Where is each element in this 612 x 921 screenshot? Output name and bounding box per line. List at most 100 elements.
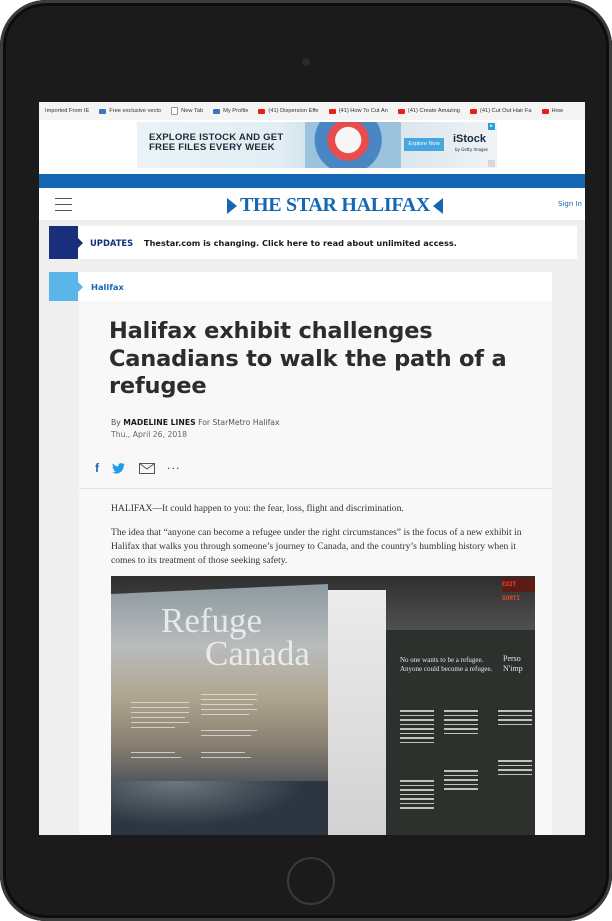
bookmark-label: How [551,108,563,114]
bookmark-label: New Tab [181,108,204,114]
panel-text-line [201,694,257,696]
browser-screen: Imported From IE Free exclusive vecto Ne… [39,102,585,835]
panel-text-line [131,722,189,724]
updates-banner[interactable]: UPDATES Thestar.com is changing. Click h… [49,226,585,259]
ad-close-icon[interactable] [488,160,495,167]
article-headline: Halifax exhibit challenges Canadians to … [109,318,507,399]
author-link[interactable]: MADELINE LINES [123,418,195,427]
exhibit-title-line: Canada [205,634,310,673]
logo-arrow-icon [227,197,237,214]
panel-text-line [201,735,251,737]
bookmark-item[interactable]: New Tab [171,107,203,115]
twitter-icon[interactable] [112,462,125,474]
site-logo[interactable]: THE STAR HALIFAX [227,194,444,217]
panel-text-line [131,702,189,704]
panel-text-line [201,699,257,701]
youtube-icon [258,108,266,114]
youtube-icon [328,108,336,114]
logo-arrow-icon [433,197,444,214]
byline-prefix: By [111,418,121,427]
section-link-halifax[interactable]: Halifax [91,282,124,292]
site-logo-text: THE STAR HALIFAX [240,194,431,216]
caption-line: N'imp [503,664,523,673]
article-date: Thu., April 26, 2018 [111,430,188,439]
youtube-icon [397,108,405,114]
ad-headline-line: FREE FILES EVERY WEEK [149,142,275,153]
bookmark-item[interactable]: Free exclusive vecto [99,108,161,114]
panel-text-line [131,757,181,759]
youtube-icon [541,108,549,114]
panel-text-line [131,727,175,729]
ad-headline: EXPLORE ISTOCK AND GET FREE FILES EVERY … [149,133,283,153]
explore-now-button[interactable]: Explore Now [404,138,444,151]
panel-text-line [201,704,253,706]
share-bar: f ··· [95,461,181,475]
bookmark-label: (41) Create Amazing [407,108,460,114]
byline-suffix: For StarMetro Halifax [198,418,280,427]
more-share-icon[interactable]: ··· [167,462,181,475]
ad-area: EXPLORE ISTOCK AND GET FREE FILES EVERY … [39,120,585,174]
updates-label: UPDATES [90,238,134,248]
caption-line: Anyone could become a refugee. [400,665,493,673]
panel-text-line [201,752,245,754]
camera-icon [302,58,310,66]
article-photo[interactable]: EXIT SORTI Refuge Canada No one wants to… [111,576,535,835]
panel-text-line [201,714,249,716]
section-accent [49,272,83,301]
panel-text-line [201,709,257,711]
istock-logo: iStock [453,133,487,145]
adchoices-icon[interactable]: ▸ [488,123,495,130]
facebook-icon[interactable]: f [95,461,99,475]
panel-text-line [201,757,251,759]
article-paragraph: The idea that “anyone can become a refug… [111,527,522,566]
exhibit-sea [111,781,328,835]
top-brand-bar [39,174,585,188]
page-icon [171,107,179,115]
bookmark-item[interactable]: (41) Create Amazing [397,108,460,114]
exhibit-side-caption: Perso N'imp [503,654,523,674]
home-button[interactable] [287,857,335,905]
updates-accent [49,226,83,259]
panel-text-line [201,730,257,732]
bookmarks-bar: Imported From IE Free exclusive vecto Ne… [39,102,585,121]
bookmark-label: (41) Dispersion Effe [268,108,319,114]
panel-text-line [131,717,185,719]
bookmark-label: (41) How To Cut An [338,108,388,114]
bookmark-item[interactable]: My Profile [213,108,248,114]
tablet-frame: Imported From IE Free exclusive vecto Ne… [0,0,612,921]
panel-text-line [131,752,175,754]
caption-line: No one wants to be a refugee. [400,656,484,664]
exhibit-title: Refuge Canada [161,603,310,673]
bookmark-label: (41) Cut Out Hair Fa [479,108,532,114]
hamburger-menu-icon[interactable] [55,198,72,216]
article-byline: By MADELINE LINES For StarMetro Halifax [111,418,280,427]
section-header: Halifax [49,272,552,301]
bookmark-item[interactable]: (41) Dispersion Effe [258,108,319,114]
exhibit-panel-side [328,590,386,835]
image-icon [213,108,221,114]
bookmark-label: Imported From IE [45,108,90,114]
bookmark-item[interactable]: Imported From IE [45,108,89,114]
panel-text-line [131,707,189,709]
image-icon [99,108,107,114]
bookmark-label: Free exclusive vecto [109,108,162,114]
istock-ad-banner[interactable]: EXPLORE ISTOCK AND GET FREE FILES EVERY … [137,122,497,168]
sign-in-link[interactable]: Sign In [558,200,582,208]
bookmark-label: My Profile [223,108,249,114]
divider [79,488,552,489]
bookmark-item[interactable]: (41) Cut Out Hair Fa [469,108,532,114]
updates-message[interactable]: Thestar.com is changing. Click here to r… [144,238,457,248]
panel-text-block [400,780,434,835]
panel-text-block [444,770,478,835]
bookmark-item[interactable]: (41) How To Cut An [328,108,388,114]
youtube-icon [469,108,477,114]
panel-text-block [498,760,532,835]
istock-logo-sub: by Getty Images [455,147,489,152]
exhibit-panel-caption: No one wants to be a refugee. Anyone cou… [400,656,492,674]
masthead: THE STAR HALIFAX Sign In [39,188,585,220]
bookmark-item[interactable]: How [541,108,563,114]
email-icon[interactable] [139,462,155,474]
caption-line: Perso [503,654,521,663]
ad-artwork [305,122,401,168]
panel-text-line [131,712,189,714]
